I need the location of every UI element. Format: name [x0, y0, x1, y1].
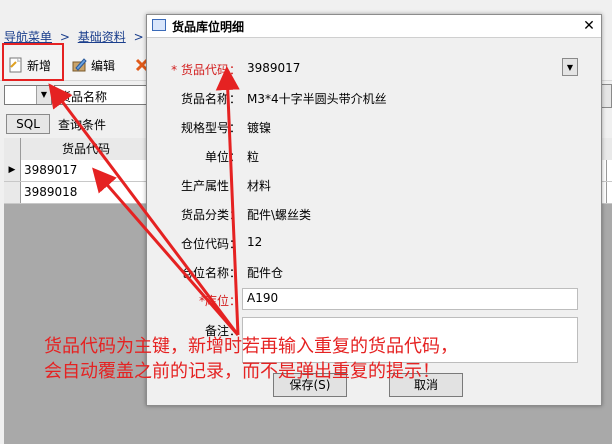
annotation-line-1: 货品代码为主键，新增时若再输入重复的货品代码， [44, 336, 458, 357]
arrow-to-new-button [48, 83, 240, 336]
annotation-line-2: 会自动覆盖之前的记录，而不是弹出重复的提示！ [44, 361, 440, 382]
arrow-to-grid-row [92, 167, 240, 336]
arrow-to-code-field [215, 66, 240, 336]
